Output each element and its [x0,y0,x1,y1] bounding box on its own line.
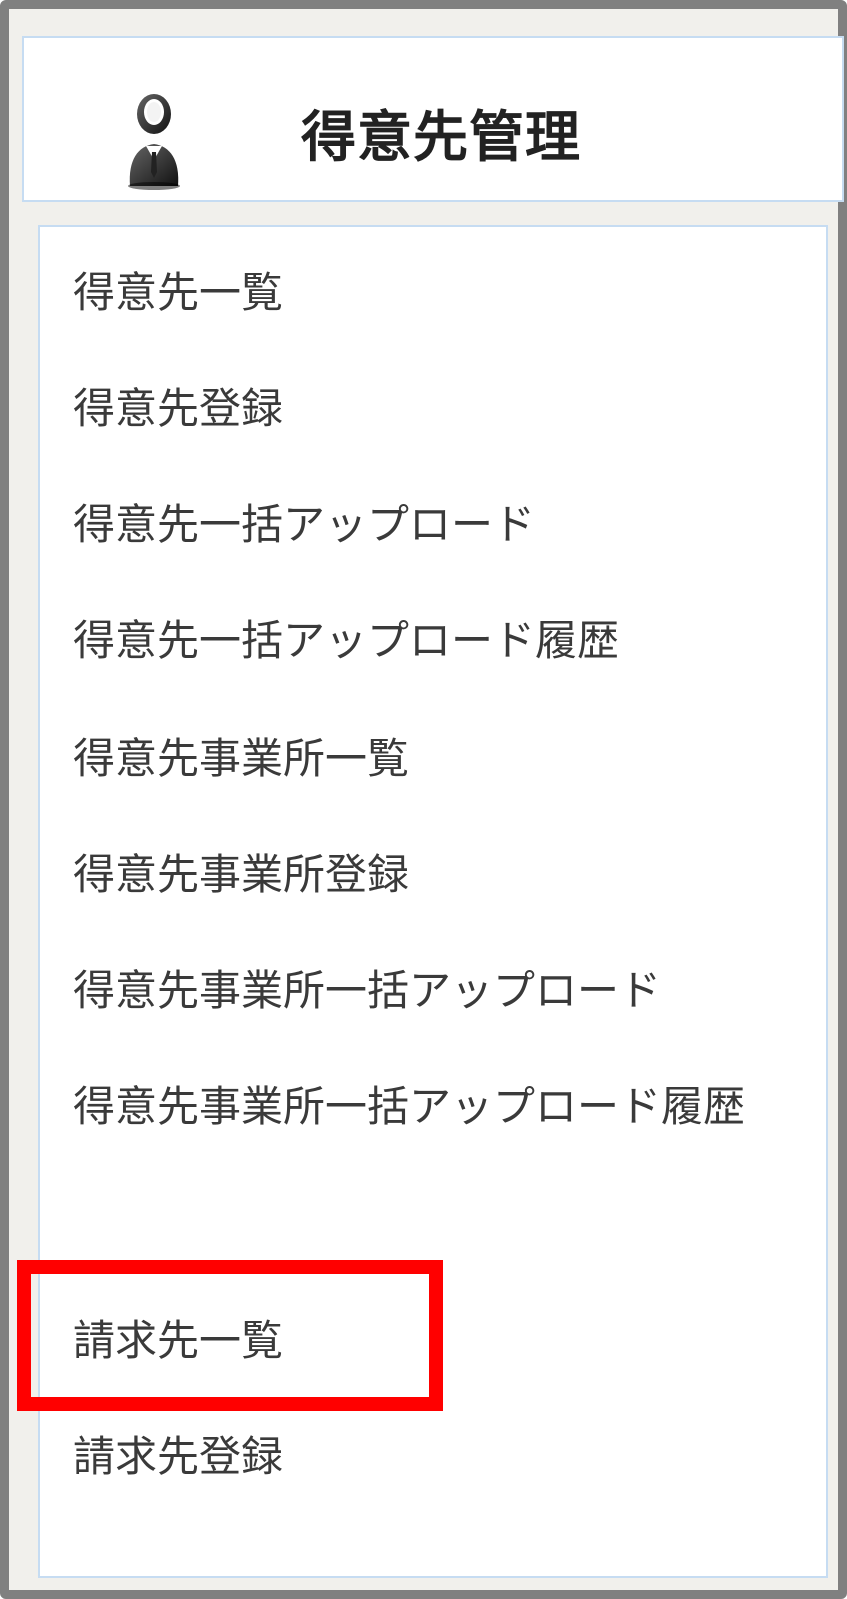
menu-item-office-bulk-upload[interactable]: 得意先事業所一括アップロード [73,970,661,1012]
menu-item-customer-bulk-upload[interactable]: 得意先一括アップロード [73,504,535,546]
menu-item-billing-list[interactable]: 請求先一覧 [73,1320,283,1362]
menu-item-customer-list[interactable]: 得意先一覧 [73,272,283,314]
sidebar-header[interactable]: 得意先管理 [22,36,844,202]
menu-item-office-register[interactable]: 得意先事業所登録 [73,854,409,896]
user-icon [128,94,180,190]
menu-item-office-list[interactable]: 得意先事業所一覧 [73,738,409,780]
menu-item-billing-register[interactable]: 請求先登録 [73,1436,283,1478]
menu-item-customer-register[interactable]: 得意先登録 [73,388,283,430]
menu-item-customer-bulk-upload-history[interactable]: 得意先一括アップロード履歴 [73,620,619,662]
menu-item-office-bulk-upload-history[interactable]: 得意先事業所一括アップロード履歴 [73,1048,793,1166]
header-title: 得意先管理 [301,105,582,169]
